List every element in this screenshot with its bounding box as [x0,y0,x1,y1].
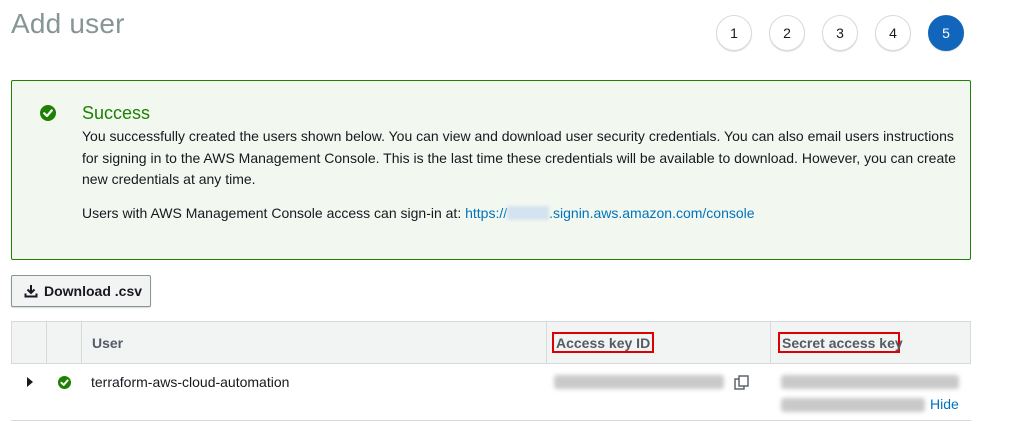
user-name: terraform-aws-cloud-automation [91,374,290,390]
download-icon [24,285,38,298]
redacted-access-key-id [554,375,724,389]
console-signin-link[interactable]: https:// .signin.aws.amazon.com/console [465,205,754,221]
signin-text: Users with AWS Management Console access… [82,205,755,221]
success-alert: Success You successfully created the use… [11,80,971,260]
page-title: Add user [11,8,125,39]
redacted-secret-key-line-2 [781,398,925,412]
user-created-check-icon [58,376,71,389]
step-1[interactable]: 1 [716,15,752,51]
signin-prefix: Users with AWS Management Console access… [82,205,466,221]
copy-icon[interactable] [734,375,750,391]
success-check-icon [40,105,56,121]
signin-link-end: .signin.aws.amazon.com/console [549,205,755,221]
redacted-secret-key-line-1 [781,375,959,389]
table-bottom-border [11,420,971,421]
step-4[interactable]: 4 [875,15,911,51]
table-row: terraform-aws-cloud-automation Hide [11,321,971,421]
wizard-steps: 1 2 3 4 5 [716,15,981,51]
alert-message: You successfully created the users shown… [82,128,956,187]
credentials-table: User Access key ID Secret access key ter… [11,321,971,421]
expand-row-icon[interactable] [26,377,34,387]
redacted-account-id [507,206,550,220]
step-3[interactable]: 3 [822,15,858,51]
step-5[interactable]: 5 [928,15,964,51]
step-2[interactable]: 2 [769,15,805,51]
download-csv-label: Download .csv [44,283,143,299]
alert-title: Success [82,103,151,123]
signin-link-start: https:// [465,205,508,221]
hide-secret-link[interactable]: Hide [930,396,959,412]
download-csv-button[interactable]: Download .csv [11,275,151,307]
